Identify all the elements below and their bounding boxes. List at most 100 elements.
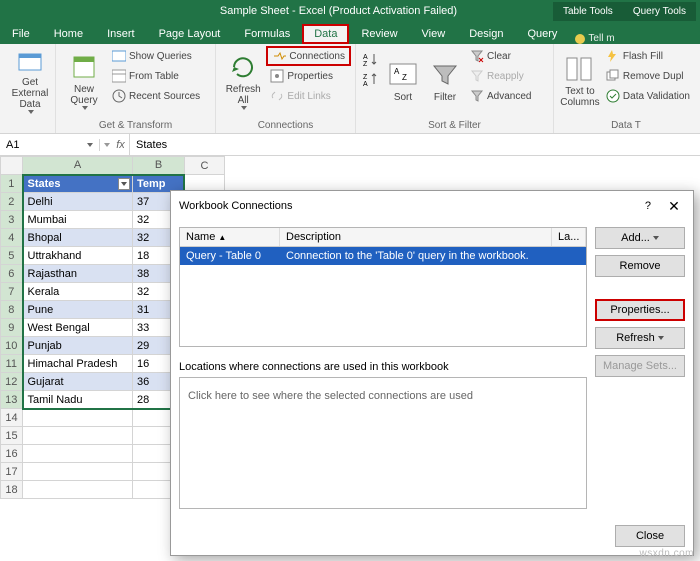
tab-data[interactable]: Data bbox=[302, 24, 349, 44]
data-validation-icon bbox=[606, 89, 620, 103]
tab-insert[interactable]: Insert bbox=[95, 24, 147, 44]
row-header[interactable]: 18 bbox=[1, 481, 23, 499]
tab-view[interactable]: View bbox=[410, 24, 458, 44]
sort-desc-icon[interactable]: ZA bbox=[363, 72, 379, 88]
data-validation-button[interactable]: Data Validation bbox=[602, 86, 694, 106]
connection-row[interactable]: Query - Table 0 Connection to the 'Table… bbox=[180, 247, 586, 265]
show-queries-button[interactable]: Show Queries bbox=[108, 46, 204, 66]
ribbon-tabs: File Home Insert Page Layout Formulas Da… bbox=[0, 22, 700, 44]
contextual-tab-query[interactable]: Query Tools bbox=[623, 2, 696, 21]
row-header[interactable]: 12 bbox=[1, 373, 23, 391]
filter-button[interactable]: Filter bbox=[424, 46, 466, 116]
advanced-filter-button[interactable]: Advanced bbox=[466, 86, 535, 106]
cell[interactable]: Pune bbox=[23, 301, 133, 319]
group-data-tools: Text to Columns Flash Fill Remove Dupl D… bbox=[554, 44, 698, 133]
cell[interactable]: Kerala bbox=[23, 283, 133, 301]
remove-duplicates-button[interactable]: Remove Dupl bbox=[602, 66, 694, 86]
cell[interactable]: Delhi bbox=[23, 193, 133, 211]
row-header[interactable]: 5 bbox=[1, 247, 23, 265]
row-header[interactable]: 1 bbox=[1, 175, 23, 193]
row-header[interactable]: 9 bbox=[1, 319, 23, 337]
tab-file[interactable]: File bbox=[0, 24, 42, 44]
row-header[interactable]: 7 bbox=[1, 283, 23, 301]
properties-button[interactable]: Properties bbox=[266, 66, 351, 86]
col-header-last[interactable]: La... bbox=[552, 228, 586, 246]
locations-box[interactable]: Click here to see where the selected con… bbox=[179, 377, 587, 509]
new-query-button[interactable]: New Query bbox=[60, 46, 108, 116]
row-header[interactable]: 14 bbox=[1, 409, 23, 427]
tell-me[interactable]: Tell m bbox=[575, 33, 614, 44]
tab-page-layout[interactable]: Page Layout bbox=[147, 24, 233, 44]
row-header[interactable]: 6 bbox=[1, 265, 23, 283]
manage-sets-button: Manage Sets... bbox=[595, 355, 685, 377]
row-header[interactable]: 16 bbox=[1, 445, 23, 463]
clear-filter-button[interactable]: Clear bbox=[466, 46, 535, 66]
close-icon[interactable]: ✕ bbox=[663, 198, 685, 215]
name-box[interactable]: A1 bbox=[0, 139, 100, 151]
group-sort-filter: AZ ZA AZ Sort Filter Clear Reapply Advan… bbox=[356, 44, 554, 133]
help-button[interactable]: ? bbox=[645, 200, 651, 212]
properties-button[interactable]: Properties... bbox=[595, 299, 685, 321]
row-header[interactable]: 8 bbox=[1, 301, 23, 319]
cell[interactable]: Bhopal bbox=[23, 229, 133, 247]
row-header[interactable]: 11 bbox=[1, 355, 23, 373]
connections-list[interactable]: Name ▲ Description La... Query - Table 0… bbox=[179, 227, 587, 347]
svg-text:Z: Z bbox=[402, 73, 407, 82]
flash-fill-button[interactable]: Flash Fill bbox=[602, 46, 694, 66]
text-to-columns-button[interactable]: Text to Columns bbox=[558, 46, 602, 116]
cell[interactable]: Tamil Nadu bbox=[23, 391, 133, 409]
tab-review[interactable]: Review bbox=[349, 24, 409, 44]
tab-home[interactable]: Home bbox=[42, 24, 95, 44]
col-header-description[interactable]: Description bbox=[280, 228, 552, 246]
tab-formulas[interactable]: Formulas bbox=[232, 24, 302, 44]
cell[interactable]: Rajasthan bbox=[23, 265, 133, 283]
sort-asc-icon[interactable]: AZ bbox=[363, 52, 379, 68]
col-header-c[interactable]: C bbox=[185, 157, 225, 175]
close-button[interactable]: Close bbox=[615, 525, 685, 547]
edit-links-button: Edit Links bbox=[266, 86, 351, 106]
col-header-a[interactable]: A bbox=[23, 157, 133, 175]
refresh-all-button[interactable]: Refresh All bbox=[220, 46, 266, 116]
row-header[interactable]: 4 bbox=[1, 229, 23, 247]
sort-button[interactable]: AZ Sort bbox=[382, 46, 424, 116]
row-header[interactable]: 13 bbox=[1, 391, 23, 409]
from-table-button[interactable]: From Table bbox=[108, 66, 204, 86]
fx-icon[interactable]: fx bbox=[100, 134, 130, 155]
row-header[interactable]: 10 bbox=[1, 337, 23, 355]
remove-button[interactable]: Remove bbox=[595, 255, 685, 277]
cell[interactable]: Punjab bbox=[23, 337, 133, 355]
formula-input[interactable]: States bbox=[130, 139, 700, 151]
properties-icon bbox=[270, 69, 284, 83]
filter-drop-icon[interactable] bbox=[118, 178, 130, 190]
clear-icon bbox=[470, 49, 484, 63]
select-all-corner[interactable] bbox=[1, 157, 23, 175]
dialog-titlebar[interactable]: Workbook Connections ? ✕ bbox=[171, 191, 693, 221]
svg-text:A: A bbox=[363, 81, 368, 88]
refresh-button[interactable]: Refresh bbox=[595, 327, 685, 349]
connections-button[interactable]: Connections bbox=[266, 46, 351, 66]
col-header-name[interactable]: Name ▲ bbox=[180, 228, 280, 246]
get-external-data-button[interactable]: Get External Data bbox=[4, 46, 56, 116]
remove-dup-icon bbox=[606, 69, 620, 83]
row-header[interactable]: 3 bbox=[1, 211, 23, 229]
advanced-icon bbox=[470, 89, 484, 103]
add-button[interactable]: Add... bbox=[595, 227, 685, 249]
col-header-b[interactable]: B bbox=[133, 157, 185, 175]
cell[interactable]: Himachal Pradesh bbox=[23, 355, 133, 373]
cell[interactable]: Mumbai bbox=[23, 211, 133, 229]
get-external-icon bbox=[15, 48, 45, 75]
row-header[interactable]: 17 bbox=[1, 463, 23, 481]
tab-design[interactable]: Design bbox=[457, 24, 515, 44]
row-header[interactable]: 2 bbox=[1, 193, 23, 211]
cell[interactable]: Gujarat bbox=[23, 373, 133, 391]
dialog-title: Workbook Connections bbox=[179, 200, 645, 212]
tab-query[interactable]: Query bbox=[515, 24, 569, 44]
sort-icon: AZ bbox=[388, 60, 418, 90]
svg-text:Z: Z bbox=[363, 61, 368, 68]
recent-sources-button[interactable]: Recent Sources bbox=[108, 86, 204, 106]
cell[interactable]: West Bengal bbox=[23, 319, 133, 337]
table-header-states[interactable]: States bbox=[23, 175, 133, 193]
row-header[interactable]: 15 bbox=[1, 427, 23, 445]
cell[interactable]: Uttrakhand bbox=[23, 247, 133, 265]
contextual-tab-table[interactable]: Table Tools bbox=[553, 2, 623, 21]
